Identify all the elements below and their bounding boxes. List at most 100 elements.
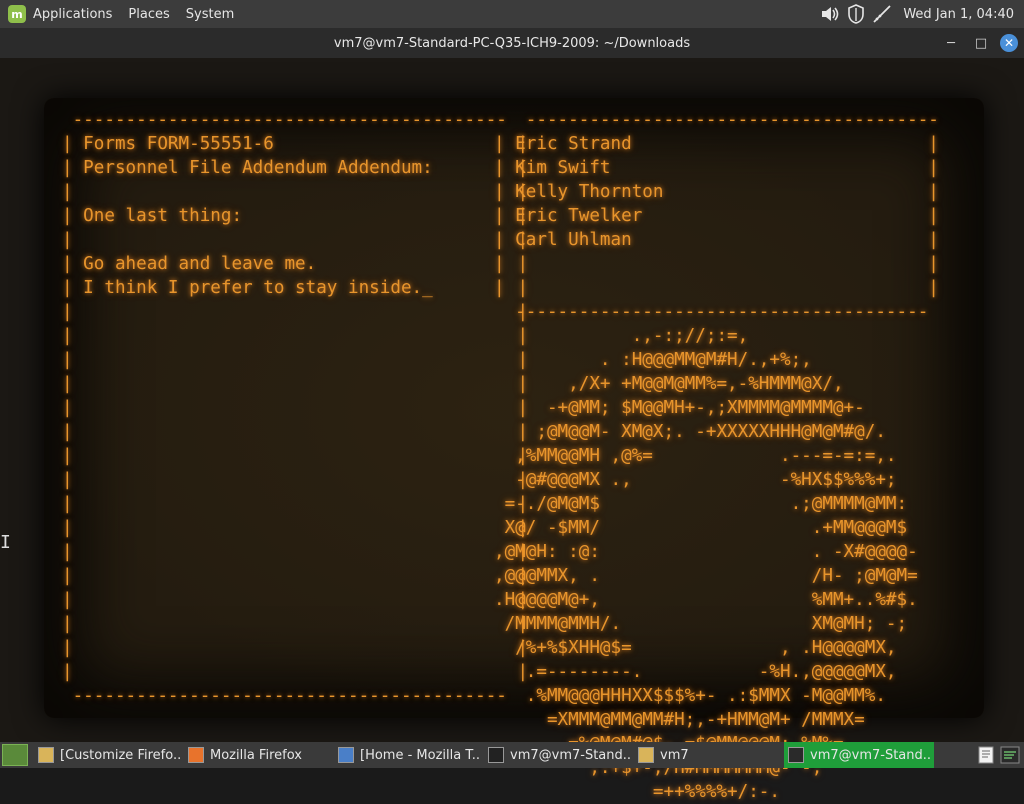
personnel-file-line: | Go ahead and leave me. | bbox=[62, 254, 529, 274]
places-menu[interactable]: Places bbox=[120, 0, 177, 28]
personnel-file-line: | | bbox=[62, 566, 529, 586]
credits-line: ,@@@MMX, . /H- ;@M@M= bbox=[494, 566, 918, 586]
maximize-icon: □ bbox=[974, 35, 988, 51]
crt-screen: ----------------------------------------… bbox=[44, 98, 984, 802]
taskbar-item[interactable]: [Customize Firefo... bbox=[34, 742, 184, 768]
taskbar-item-label: [Customize Firefo... bbox=[60, 747, 180, 763]
credits-line: ,@M@H: :@: . -X#@@@@- bbox=[494, 542, 918, 562]
personnel-file-line: | Forms FORM-55551-6 | bbox=[62, 134, 529, 154]
credits-line: | Eric Twelker | bbox=[494, 206, 939, 226]
taskbar-item-label: [Home - Mozilla T... bbox=[360, 747, 480, 763]
minimize-icon: ─ bbox=[947, 35, 955, 51]
minimize-button[interactable]: ─ bbox=[940, 32, 962, 54]
personnel-file-line: | Personnel File Addendum Addendum: | bbox=[62, 158, 529, 178]
credits-line: -+@MM; $M@@MH+-,;XMMMM@MMMM@+- bbox=[494, 398, 865, 418]
close-icon: ✕ bbox=[1003, 36, 1015, 50]
taskbar-item-label: vm7@vm7-Stand... bbox=[510, 747, 630, 763]
taskbar-item-label: vm7@vm7-Stand... bbox=[810, 747, 930, 763]
notes-icon[interactable] bbox=[976, 745, 996, 765]
credits-line: | Carl Uhlman | bbox=[494, 230, 939, 250]
firefox-icon bbox=[188, 747, 204, 763]
folder-icon bbox=[38, 747, 54, 763]
taskbar-item-label: vm7 bbox=[660, 747, 689, 763]
thunderbird-icon bbox=[338, 747, 354, 763]
terminal-area[interactable]: ----------------------------------------… bbox=[0, 58, 1024, 802]
personnel-file-line: | | bbox=[62, 446, 529, 466]
window-title: vm7@vm7-Standard-PC-Q35-ICH9-2009: ~/Dow… bbox=[333, 35, 691, 51]
taskbar-item[interactable]: vm7 bbox=[634, 742, 784, 768]
cmatrix-icon bbox=[788, 747, 804, 763]
credits-line: --------------------------------------- bbox=[494, 302, 939, 322]
credits-line: ,/X+ +M@@M@MM%=,-%HMMM@X/, bbox=[494, 374, 844, 394]
credits-line: .%MM@@@HHHXX$$$%+- .:$MMX -M@@MM%. bbox=[494, 686, 886, 706]
folder-icon bbox=[638, 747, 654, 763]
places-menu-label: Places bbox=[128, 6, 170, 22]
credits-line: =-./@M@M$ .;@MMMM@MM: bbox=[494, 494, 908, 514]
personnel-file-line: ----------------------------------------… bbox=[62, 686, 518, 706]
system-tray: Wed Jan 1, 04:40 bbox=[819, 0, 1024, 28]
personnel-file-line: | | bbox=[62, 662, 529, 682]
credits-line: /%+%$XHH@$= , .H@@@@MX, bbox=[494, 638, 897, 658]
system-menu-label: System bbox=[185, 6, 235, 22]
maximize-button[interactable]: □ bbox=[970, 32, 992, 54]
personnel-file-line: ----------------------------------------… bbox=[62, 110, 518, 130]
volume-icon[interactable] bbox=[819, 3, 841, 25]
clock[interactable]: Wed Jan 1, 04:40 bbox=[897, 7, 1024, 22]
credits-line: -@#@@@MX ., -%HX$$%%%+; bbox=[494, 470, 897, 490]
credits-line: --------------------------------------- bbox=[494, 110, 950, 130]
personnel-file-line: | | bbox=[62, 470, 529, 490]
credits-line: .,-:;//;:=, bbox=[494, 326, 749, 346]
personnel-file-line: | | bbox=[62, 326, 529, 346]
personnel-file-line: | | bbox=[62, 230, 529, 250]
mint-logo-icon: m bbox=[8, 5, 26, 23]
credits-line: | | bbox=[494, 254, 939, 274]
network-icon[interactable] bbox=[871, 3, 893, 25]
window-controls: ─ □ ✕ bbox=[932, 28, 1018, 58]
taskbar: [Customize Firefo... Mozilla Firefox [Home… bbox=[0, 742, 1024, 768]
taskbar-tray bbox=[972, 745, 1020, 765]
taskbar-item-label: Mozilla Firefox bbox=[210, 747, 302, 763]
shield-icon[interactable] bbox=[845, 3, 867, 25]
taskbar-item[interactable]: Mozilla Firefox bbox=[184, 742, 334, 768]
applications-menu-label: Applications bbox=[33, 6, 113, 22]
personnel-file-line: | | bbox=[62, 374, 529, 394]
credits-panel: --------------------------------------- … bbox=[494, 108, 949, 804]
personnel-file-line: | | bbox=[62, 494, 529, 514]
credits-line: .=--------. -%H.,@@@@@MX, bbox=[494, 662, 897, 682]
credits-line: | Eric Strand | bbox=[494, 134, 939, 154]
taskbar-item[interactable]: [Home - Mozilla T... bbox=[334, 742, 484, 768]
personnel-file-panel: ----------------------------------------… bbox=[62, 108, 528, 708]
personnel-file-line: | | bbox=[62, 542, 529, 562]
task-list: [Customize Firefo... Mozilla Firefox [Home… bbox=[34, 742, 934, 768]
taskbar-item[interactable]: vm7@vm7-Stand... bbox=[484, 742, 634, 768]
credits-line: .H@@@@M@+, %MM+..%#$. bbox=[494, 590, 918, 610]
personnel-file-line: | | bbox=[62, 518, 529, 538]
personnel-file-line: | | bbox=[62, 182, 529, 202]
applications-menu[interactable]: m Applications bbox=[0, 0, 120, 28]
personnel-file-line: | | bbox=[62, 350, 529, 370]
credits-line: | Kelly Thornton | bbox=[494, 182, 939, 202]
credits-line: . :H@@@MM@M#H/.,+%;, bbox=[494, 350, 812, 370]
top-panel: m Applications Places System Wed Jan 1, … bbox=[0, 0, 1024, 28]
close-button[interactable]: ✕ bbox=[1000, 34, 1018, 52]
show-desktop-button[interactable] bbox=[2, 744, 28, 766]
window-titlebar[interactable]: vm7@vm7-Standard-PC-Q35-ICH9-2009: ~/Dow… bbox=[0, 28, 1024, 58]
credits-line: =XMMM@MM@MM#H;,-+HMM@M+ /MMMX= bbox=[494, 710, 865, 730]
taskbar-item[interactable]: vm7@vm7-Stand... bbox=[784, 742, 934, 768]
personnel-file-line: | | bbox=[62, 422, 529, 442]
personnel-file-line: | One last thing: | bbox=[62, 206, 529, 226]
personnel-file-line: | | bbox=[62, 614, 529, 634]
personnel-file-line: | | bbox=[62, 302, 529, 322]
credits-line: =++%%%%+/:-. bbox=[494, 782, 780, 802]
credits-line: X@/ -$MM/ .+MM@@@M$ bbox=[494, 518, 908, 538]
terminal-icon bbox=[488, 747, 504, 763]
credits-line: | Kim Swift | bbox=[494, 158, 939, 178]
credits-line: ,%MM@@MH ,@%= .---=-=:=,. bbox=[494, 446, 897, 466]
text-cursor-icon: I bbox=[0, 532, 11, 553]
cmatrix-tray-icon[interactable] bbox=[1000, 745, 1020, 765]
personnel-file-line: | | bbox=[62, 638, 529, 658]
personnel-file-line: | I think I prefer to stay inside._ | bbox=[62, 278, 529, 298]
system-menu[interactable]: System bbox=[178, 0, 242, 28]
personnel-file-line: | | bbox=[62, 590, 529, 610]
personnel-file-line: | | bbox=[62, 398, 529, 418]
